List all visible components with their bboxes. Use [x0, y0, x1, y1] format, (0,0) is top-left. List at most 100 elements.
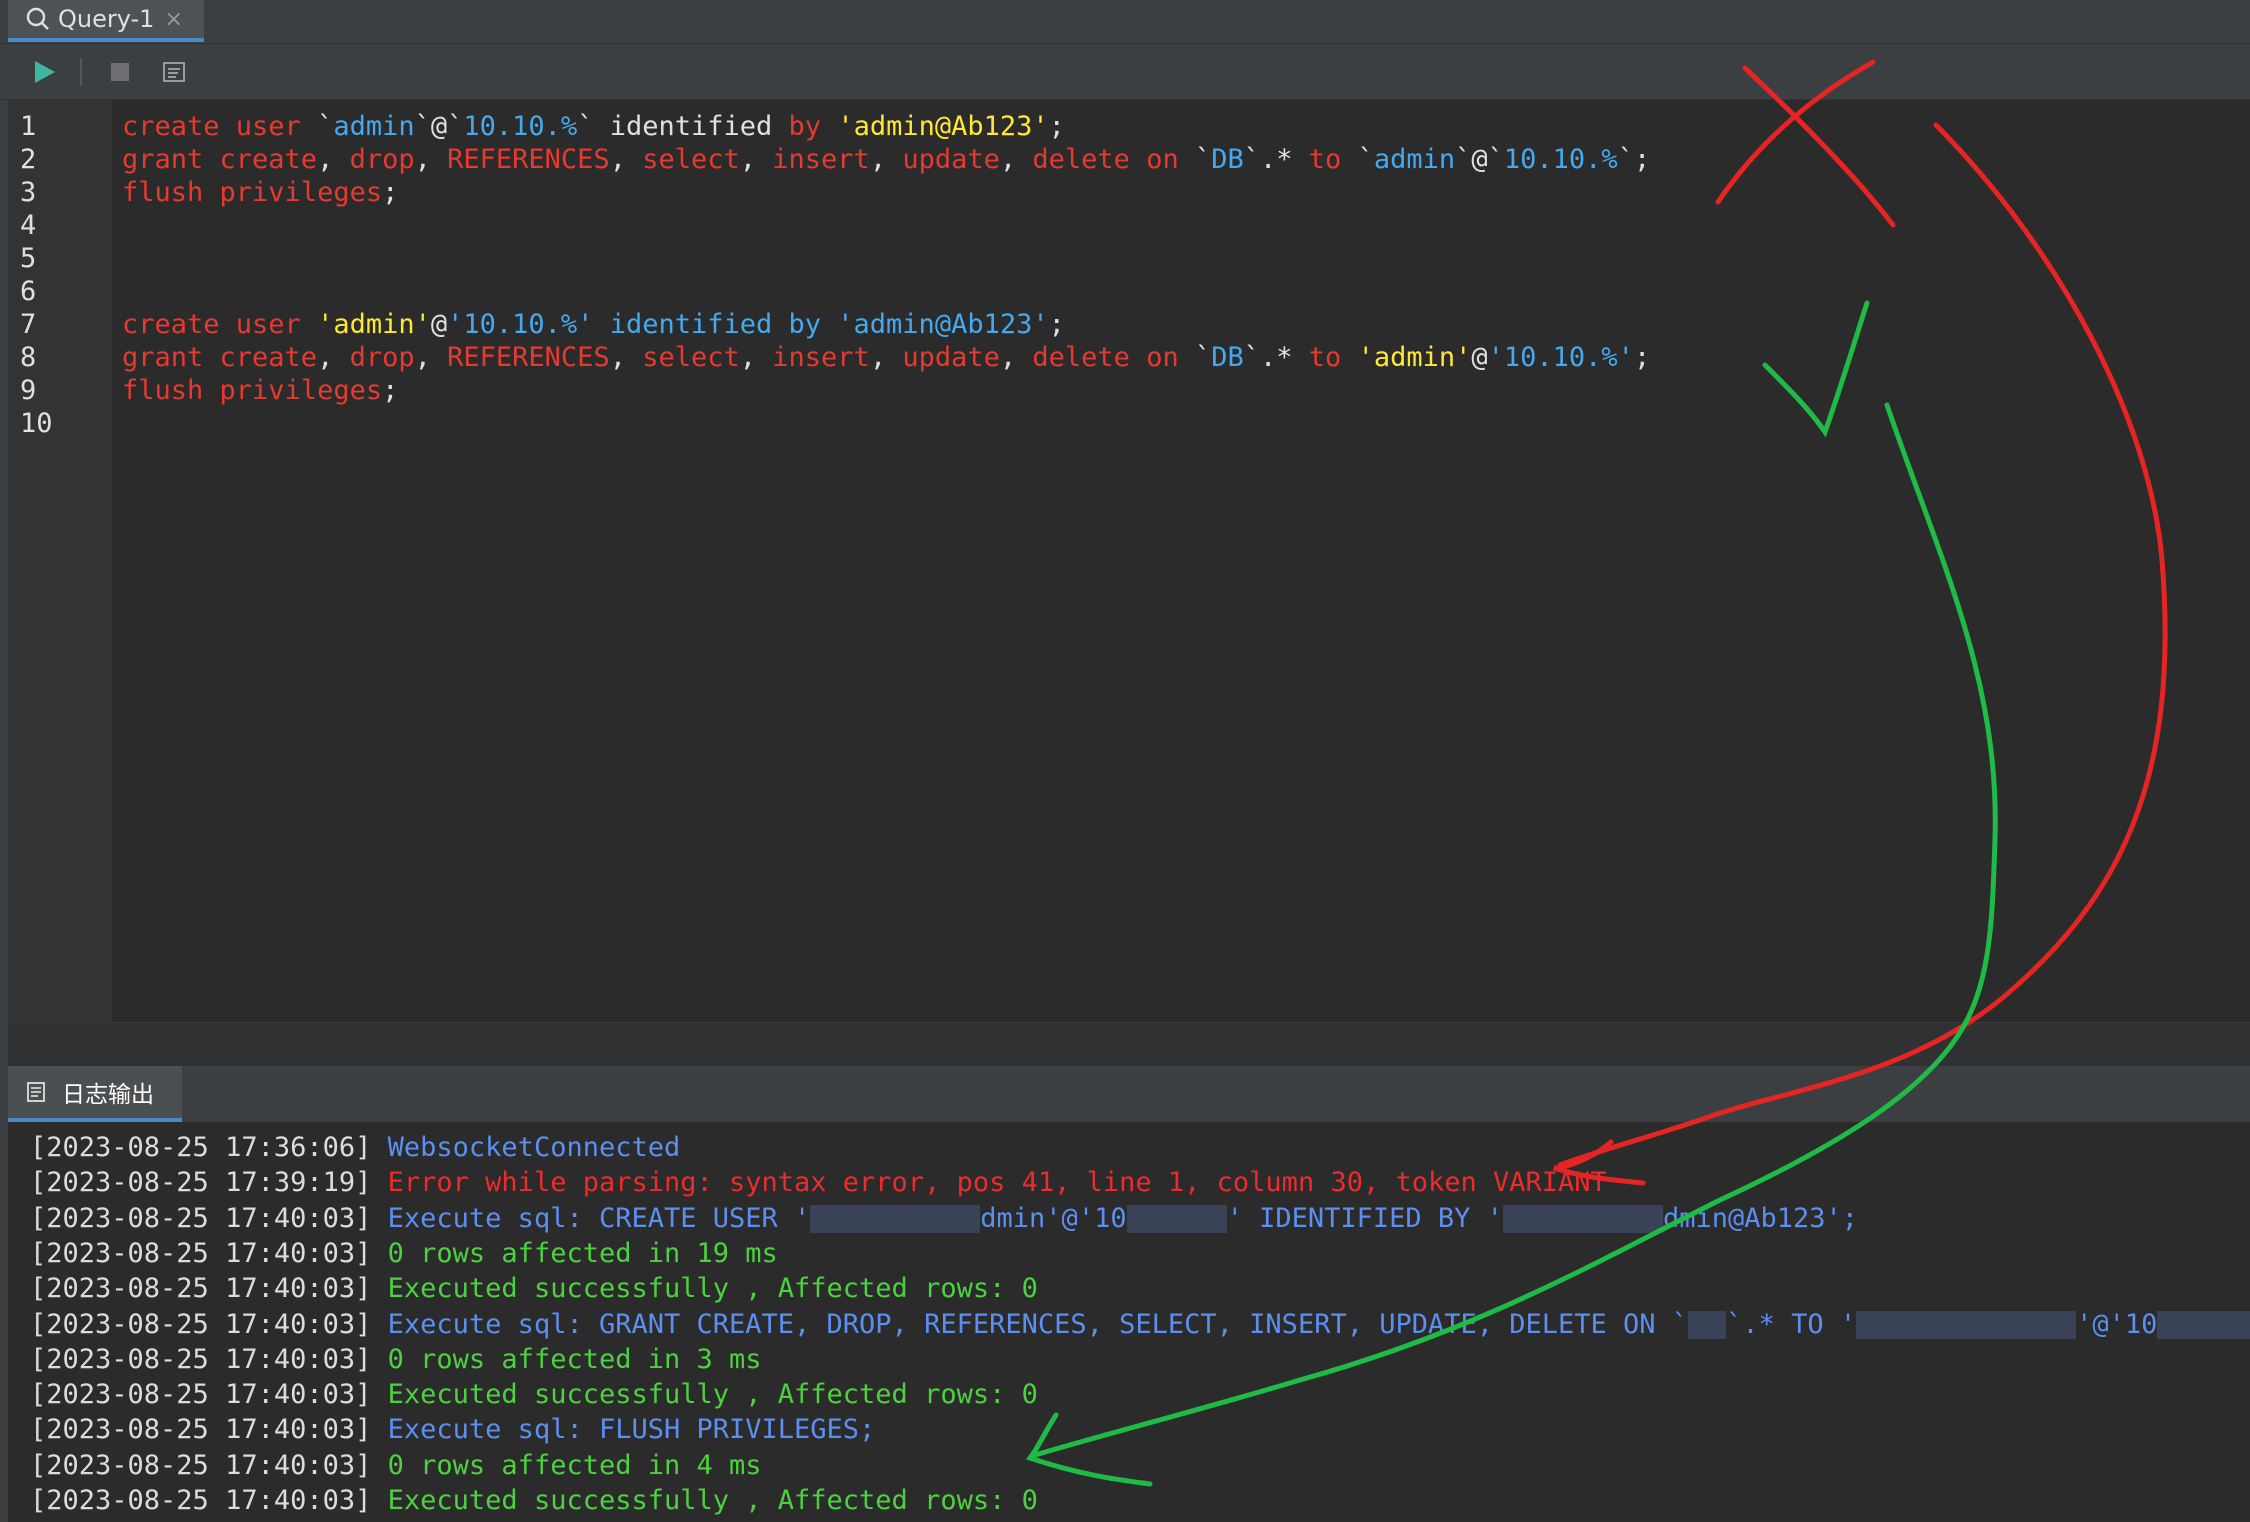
code-token: identified by [609, 309, 838, 340]
log-entry: [2023-08-25 17:39:19] Error while parsin… [30, 1165, 1607, 1200]
redacted-block [1502, 1205, 1663, 1234]
log-entry: [2023-08-25 17:40:03] Executed successfu… [30, 1271, 1038, 1306]
code-token: `.* [1243, 342, 1309, 373]
log-message: 0 rows affected in 19 ms [387, 1237, 778, 1269]
sql-editor[interactable]: 1 create user `admin`@`10.10.%` identifie… [8, 100, 2250, 1022]
format-button[interactable] [158, 56, 190, 88]
line-number: 3 [20, 177, 37, 208]
code-line[interactable]: create user `admin`@`10.10.%` identified… [122, 110, 1065, 143]
panel-divider[interactable] [8, 1022, 2250, 1066]
code-line[interactable]: flush privileges; [122, 176, 398, 209]
code-token: ; [382, 375, 399, 406]
code-token: ` [317, 111, 334, 142]
editor-toolbar [0, 44, 2250, 100]
code-token: ; [382, 177, 399, 208]
log-message: Execute sql: GRANT CREATE, DROP, REFEREN… [387, 1308, 1689, 1340]
tab-query-1[interactable]: Query-1 × [8, 0, 204, 42]
code-token: to [1308, 342, 1358, 373]
code-line[interactable]: create user 'admin'@'10.10.%' identified… [122, 308, 1065, 341]
code-token: delete on [1032, 342, 1195, 373]
log-message: 0 rows affected in 3 ms [387, 1343, 762, 1375]
log-message: '@'10 [2076, 1308, 2158, 1340]
code-token: insert [772, 144, 870, 175]
log-tab-bar: 日志输出 [8, 1066, 2250, 1122]
code-token: grant create [122, 144, 318, 175]
code-token: flush privileges [122, 177, 383, 208]
code-token: REFERENCES [447, 144, 610, 175]
log-entry: [2023-08-25 17:40:03] Executed successfu… [30, 1377, 1038, 1412]
line-number: 2 [20, 144, 37, 175]
code-token: DB [1211, 144, 1244, 175]
code-token: select [642, 342, 740, 373]
log-timestamp: [2023-08-25 17:40:03] [30, 1273, 372, 1305]
log-timestamp: [2023-08-25 17:40:03] [30, 1237, 372, 1269]
redacted-block [810, 1205, 981, 1234]
log-timestamp: [2023-08-25 17:40:03] [30, 1308, 372, 1340]
code-token: update [902, 342, 1000, 373]
code-token: 'admin@Ab123' [837, 309, 1049, 340]
code-token: ` [1194, 144, 1212, 175]
log-timestamp: [2023-08-25 17:36:06] [30, 1132, 372, 1163]
code-line[interactable]: grant create, drop, REFERENCES, select, … [122, 341, 1650, 374]
log-message: dmin'@'10 [980, 1202, 1127, 1234]
line-number: 10 [20, 408, 53, 439]
code-token: `@` [1455, 144, 1504, 175]
log-message: Execute sql: CREATE USER ' [387, 1202, 811, 1234]
toolbar-separator [80, 58, 82, 86]
code-token: , [869, 144, 903, 175]
log-message: Error while parsing: syntax error, pos 4… [387, 1167, 1607, 1199]
log-entry: [2023-08-25 17:40:03] Execute sql: GRANT… [30, 1307, 2250, 1342]
close-icon[interactable]: × [164, 7, 182, 32]
code-token: , [869, 342, 903, 373]
code-token: , [414, 144, 448, 175]
log-output: [2023-08-25 17:36:06] WebsocketConnected… [8, 1122, 2250, 1522]
redacted-block [2157, 1311, 2250, 1339]
code-token: ; [1048, 309, 1065, 340]
log-entry: [2023-08-25 17:40:03] 0 rows affected in… [30, 1342, 762, 1377]
code-token: , [609, 144, 643, 175]
code-token: by [788, 111, 838, 142]
log-message: Executed successfully , Affected rows: 0 [387, 1273, 1038, 1305]
log-timestamp: [2023-08-25 17:40:03] [30, 1379, 372, 1411]
redacted-block [1126, 1205, 1227, 1234]
log-message: 0 rows affected in 4 ms [387, 1449, 762, 1481]
code-token: admin [1373, 144, 1456, 175]
log-message: Execute sql: FLUSH PRIVILEGES; [387, 1414, 876, 1446]
log-entry: [2023-08-25 17:40:03] 0 rows affected in… [30, 1448, 762, 1483]
code-token: to [1308, 144, 1358, 175]
code-token: ; [1048, 111, 1065, 142]
line-number: 5 [20, 243, 37, 274]
run-button[interactable] [28, 56, 60, 88]
log-message: Executed successfully , Affected rows: 0 [387, 1379, 1038, 1411]
code-token: update [902, 144, 1000, 175]
log-timestamp: [2023-08-25 17:40:03] [30, 1202, 372, 1234]
code-token: 'admin@Ab123' [837, 111, 1049, 142]
code-token: ; [1633, 342, 1651, 373]
code-token: create user [122, 111, 318, 142]
code-token: , [999, 342, 1033, 373]
log-entry: [2023-08-25 17:40:03] Execute sql: FLUSH… [30, 1412, 875, 1447]
code-token: admin [333, 111, 415, 142]
redacted-block [1856, 1311, 2077, 1339]
code-token: select [642, 144, 740, 175]
log-timestamp: [2023-08-25 17:40:03] [30, 1449, 372, 1481]
code-token: 10.10.% [463, 111, 578, 142]
code-token: `; [1617, 144, 1651, 175]
code-token: REFERENCES [447, 342, 610, 373]
log-entry: [2023-08-25 17:36:06] WebsocketConnected [30, 1130, 680, 1165]
code-token: , [739, 144, 773, 175]
code-token: , [317, 342, 350, 373]
code-line[interactable]: flush privileges; [122, 374, 398, 407]
code-line[interactable]: grant create, drop, REFERENCES, select, … [122, 143, 1650, 176]
play-icon [35, 61, 55, 83]
search-icon [26, 7, 49, 30]
code-token: @ [1471, 342, 1488, 373]
code-token: @ [430, 309, 448, 340]
log-message: Executed successfully , Affected rows: 0 [387, 1485, 1038, 1516]
stop-button[interactable] [104, 56, 136, 88]
log-message: WebsocketConnected [387, 1132, 681, 1163]
editor-tab-bar: Query-1 × [0, 0, 2250, 44]
log-timestamp: [2023-08-25 17:40:03] [30, 1414, 372, 1446]
tab-log-output[interactable]: 日志输出 [8, 1066, 182, 1122]
log-timestamp: [2023-08-25 17:39:19] [30, 1167, 372, 1199]
